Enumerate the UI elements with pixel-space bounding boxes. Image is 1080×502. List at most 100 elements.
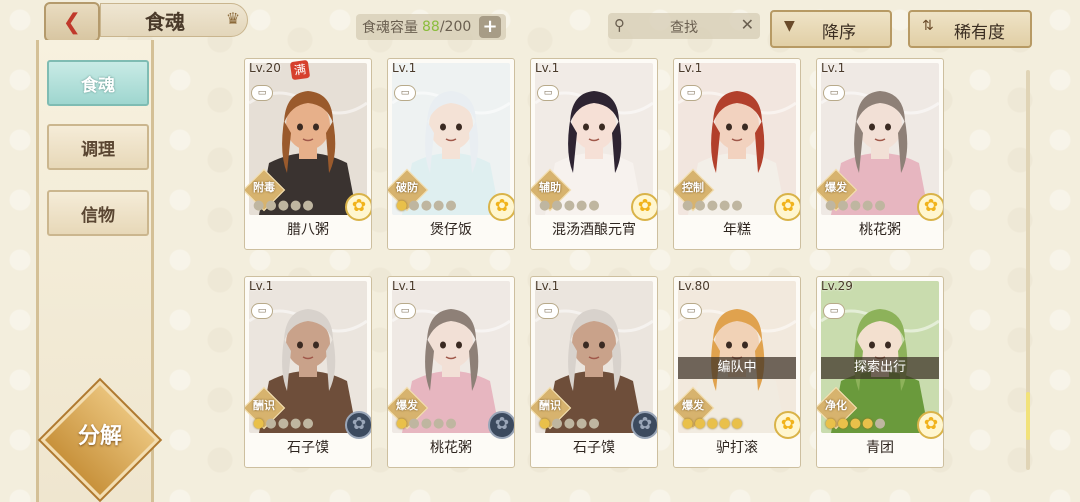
- star-icon: ●: [588, 198, 601, 213]
- star-icon: ●: [825, 416, 838, 431]
- scrollbar-thumb[interactable]: [1026, 392, 1030, 440]
- rarity-flower-icon: ✿: [917, 411, 943, 439]
- star-icon: ●: [874, 198, 887, 213]
- food-soul-card[interactable]: Lv.1 ▭ 破防 ●●●●● ✿ 煲仔饭: [387, 58, 515, 250]
- sort-rarity-button[interactable]: ⇅ 稀有度: [908, 10, 1032, 48]
- tab-food-souls[interactable]: 食魂: [47, 60, 149, 106]
- level-label: Lv.1: [392, 279, 417, 293]
- food-soul-card[interactable]: Lv.1 ▭ 辅助 ●●●●● ✿ 混汤酒酿元宵: [530, 58, 658, 250]
- skin-toggle-icon[interactable]: ▭: [537, 85, 559, 101]
- role-label: 酬识: [253, 399, 275, 412]
- rarity-flower-icon: ✿: [488, 193, 514, 221]
- food-soul-name: 驴打滚: [716, 440, 758, 456]
- search-icon: ⚲: [614, 16, 625, 34]
- star-icon: ●: [302, 416, 315, 431]
- star-icon: ●: [277, 416, 291, 431]
- capacity-add-button[interactable]: +: [479, 16, 501, 38]
- star-rating: ●●●●●: [539, 198, 601, 213]
- star-icon: ●: [862, 198, 875, 213]
- tab-conditioning[interactable]: 调理: [47, 124, 149, 170]
- star-icon: ●: [396, 416, 409, 431]
- star-icon: ●: [445, 198, 458, 213]
- role-label: 酬识: [539, 399, 561, 412]
- capacity-max: /200: [439, 19, 472, 35]
- star-icon: ●: [551, 416, 564, 431]
- rarity-flower-icon: ✿: [917, 193, 943, 221]
- capacity-current: 88: [422, 19, 440, 35]
- star-icon: ●: [682, 198, 695, 213]
- skin-toggle-icon[interactable]: ▭: [537, 303, 559, 319]
- star-icon: ●: [706, 198, 720, 213]
- star-icon: ●: [719, 416, 732, 431]
- search-input[interactable]: ⚲ 查找 ✕: [608, 13, 760, 39]
- role-label: 爆发: [825, 181, 847, 194]
- skin-toggle-icon[interactable]: ▭: [251, 303, 273, 319]
- star-icon: ●: [588, 416, 601, 431]
- star-icon: ●: [862, 416, 875, 431]
- rarity-flower-icon: ✿: [631, 411, 657, 439]
- food-soul-card[interactable]: Lv.1 ▭ 爆发 ●●●●● ✿ 桃花粥: [816, 58, 944, 250]
- level-label: Lv.1: [392, 61, 417, 75]
- rarity-flower-icon: ✿: [488, 411, 514, 439]
- food-soul-card[interactable]: Lv.1 ▭ 控制 ●●●●● ✿ 年糕: [673, 58, 801, 250]
- role-label: 附毒: [253, 181, 275, 194]
- tab-food-souls-label: 食魂: [81, 75, 115, 96]
- food-soul-card[interactable]: Lv.1 ▭ 爆发 ●●●●● ✿ 桃花粥: [387, 276, 515, 468]
- star-icon: ●: [825, 198, 838, 213]
- skin-toggle-icon[interactable]: ▭: [823, 85, 845, 101]
- star-icon: ●: [837, 416, 850, 431]
- sort-order-label: 降序: [822, 23, 856, 43]
- rarity-flower-icon: ✿: [345, 411, 371, 439]
- skin-toggle-icon[interactable]: ▭: [680, 85, 702, 101]
- level-label: Lv.1: [678, 61, 703, 75]
- skin-toggle-icon[interactable]: ▭: [251, 85, 273, 101]
- crown-icon[interactable]: ♛: [222, 10, 244, 28]
- star-icon: ●: [302, 198, 315, 213]
- level-label: Lv.80: [678, 279, 710, 293]
- top-bar: ❮ 食魂 ♛ 食魂容量 88 /200 + ⚲ 查找 ✕ ▼ 降序 ⇅ 稀有度: [0, 0, 1080, 50]
- star-icon: ●: [576, 198, 589, 213]
- tab-tokens[interactable]: 信物: [47, 190, 149, 236]
- food-soul-name: 青团: [866, 440, 894, 456]
- star-icon: ●: [731, 416, 744, 431]
- food-soul-card[interactable]: Lv.80 ▭ 编队中 爆发 ●●●●● ✿ 驴打滚: [673, 276, 801, 468]
- food-soul-card[interactable]: Lv.1 ▭ 酬识 ●●●●● ✿ 石子馍: [530, 276, 658, 468]
- role-label: 爆发: [682, 399, 704, 412]
- skin-toggle-icon[interactable]: ▭: [394, 303, 416, 319]
- sort-rarity-label: 稀有度: [954, 23, 1005, 43]
- back-button[interactable]: ❮: [44, 2, 100, 42]
- star-rating: ●●●●●: [825, 198, 887, 213]
- food-soul-name: 混汤酒酿元宵: [552, 222, 636, 238]
- back-arrow-icon: ❮: [62, 9, 82, 35]
- sort-order-button[interactable]: ▼ 降序: [770, 10, 892, 48]
- food-soul-card[interactable]: Lv.20 满 ▭ 附毒 ●●●●● ✿ 腊八粥: [244, 58, 372, 250]
- rarity-flower-icon: ✿: [774, 411, 800, 439]
- decompose-label: 分解: [77, 424, 122, 449]
- star-icon: ●: [253, 198, 266, 213]
- skin-toggle-icon[interactable]: ▭: [680, 303, 702, 319]
- star-icon: ●: [433, 198, 446, 213]
- role-label: 控制: [682, 181, 704, 194]
- star-icon: ●: [420, 198, 434, 213]
- capacity-label: 食魂容量: [362, 20, 418, 36]
- star-icon: ●: [694, 416, 707, 431]
- skin-toggle-icon[interactable]: ▭: [823, 303, 845, 319]
- star-icon: ●: [408, 198, 421, 213]
- level-label: Lv.1: [535, 279, 560, 293]
- rarity-flower-icon: ✿: [345, 193, 371, 221]
- star-icon: ●: [277, 198, 291, 213]
- food-soul-card[interactable]: Lv.29 ▭ 探索出行 净化 ●●●●● ✿ 青团: [816, 276, 944, 468]
- food-soul-name: 石子馍: [573, 440, 615, 456]
- tab-conditioning-label: 调理: [81, 139, 115, 160]
- role-label: 爆发: [396, 399, 418, 412]
- skin-toggle-icon[interactable]: ▭: [394, 85, 416, 101]
- food-soul-name: 年糕: [723, 222, 751, 238]
- food-soul-card[interactable]: Lv.1 ▭ 酬识 ●●●●● ✿ 石子馍: [244, 276, 372, 468]
- food-soul-name: 腊八粥: [287, 222, 329, 238]
- clear-search-icon[interactable]: ✕: [741, 15, 754, 34]
- tab-tokens-label: 信物: [81, 205, 115, 226]
- star-icon: ●: [539, 198, 552, 213]
- star-rating: ●●●●●: [253, 198, 315, 213]
- star-rating: ●●●●●: [253, 416, 315, 431]
- star-icon: ●: [849, 198, 863, 213]
